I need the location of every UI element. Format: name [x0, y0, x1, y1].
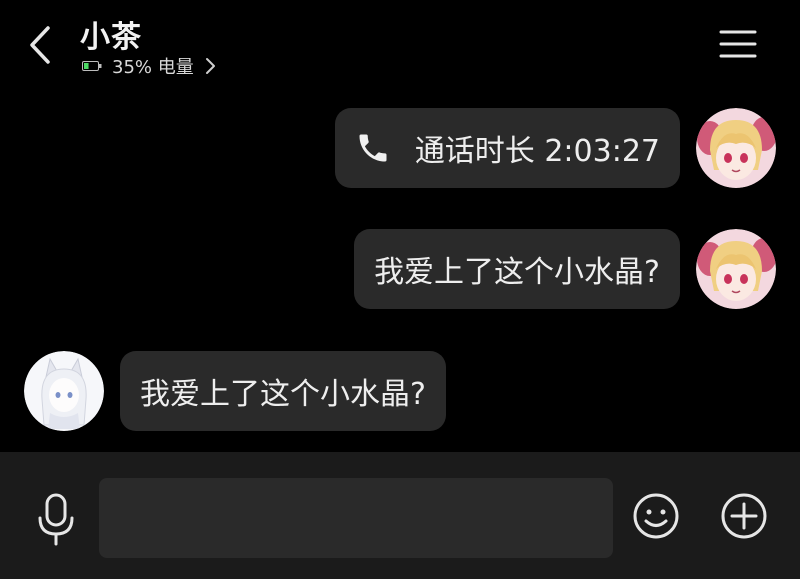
chevron-right-icon — [205, 58, 215, 74]
outgoing-message-bubble[interactable]: 我爱上了这个小水晶? — [354, 229, 680, 309]
my-avatar[interactable] — [696, 229, 776, 309]
more-button[interactable] — [720, 492, 768, 540]
avatar-image — [696, 108, 776, 188]
hamburger-menu-icon — [719, 30, 757, 58]
plus-circle-icon — [721, 493, 767, 539]
avatar-image — [696, 229, 776, 309]
battery-status[interactable]: 35% 电量 — [82, 55, 216, 78]
menu-button[interactable] — [718, 26, 758, 62]
contact-name: 小茶 — [80, 20, 142, 55]
chevron-left-icon — [30, 26, 50, 64]
input-bar — [0, 452, 800, 579]
phone-icon — [359, 134, 387, 162]
smiley-icon — [633, 493, 679, 539]
avatar-image — [24, 351, 104, 431]
emoji-button[interactable] — [632, 492, 680, 540]
chat-header: 小茶 35% 电量 — [0, 0, 800, 90]
incoming-message-bubble[interactable]: 我爱上了这个小水晶? — [120, 351, 446, 431]
call-record-bubble[interactable]: 通话时长 2:03:27 — [334, 108, 680, 188]
voice-button[interactable] — [34, 492, 78, 548]
my-avatar[interactable] — [696, 108, 776, 188]
message-text: 我爱上了这个小水晶? — [140, 377, 426, 412]
battery-icon — [82, 61, 102, 71]
message-input[interactable] — [99, 478, 613, 558]
call-duration-text: 通话时长 2:03:27 — [414, 134, 660, 169]
battery-label: 35% 电量 — [112, 57, 194, 78]
contact-avatar[interactable] — [24, 351, 104, 431]
message-text: 我爱上了这个小水晶? — [374, 255, 660, 290]
back-button[interactable] — [22, 22, 62, 68]
microphone-icon — [38, 493, 74, 546]
